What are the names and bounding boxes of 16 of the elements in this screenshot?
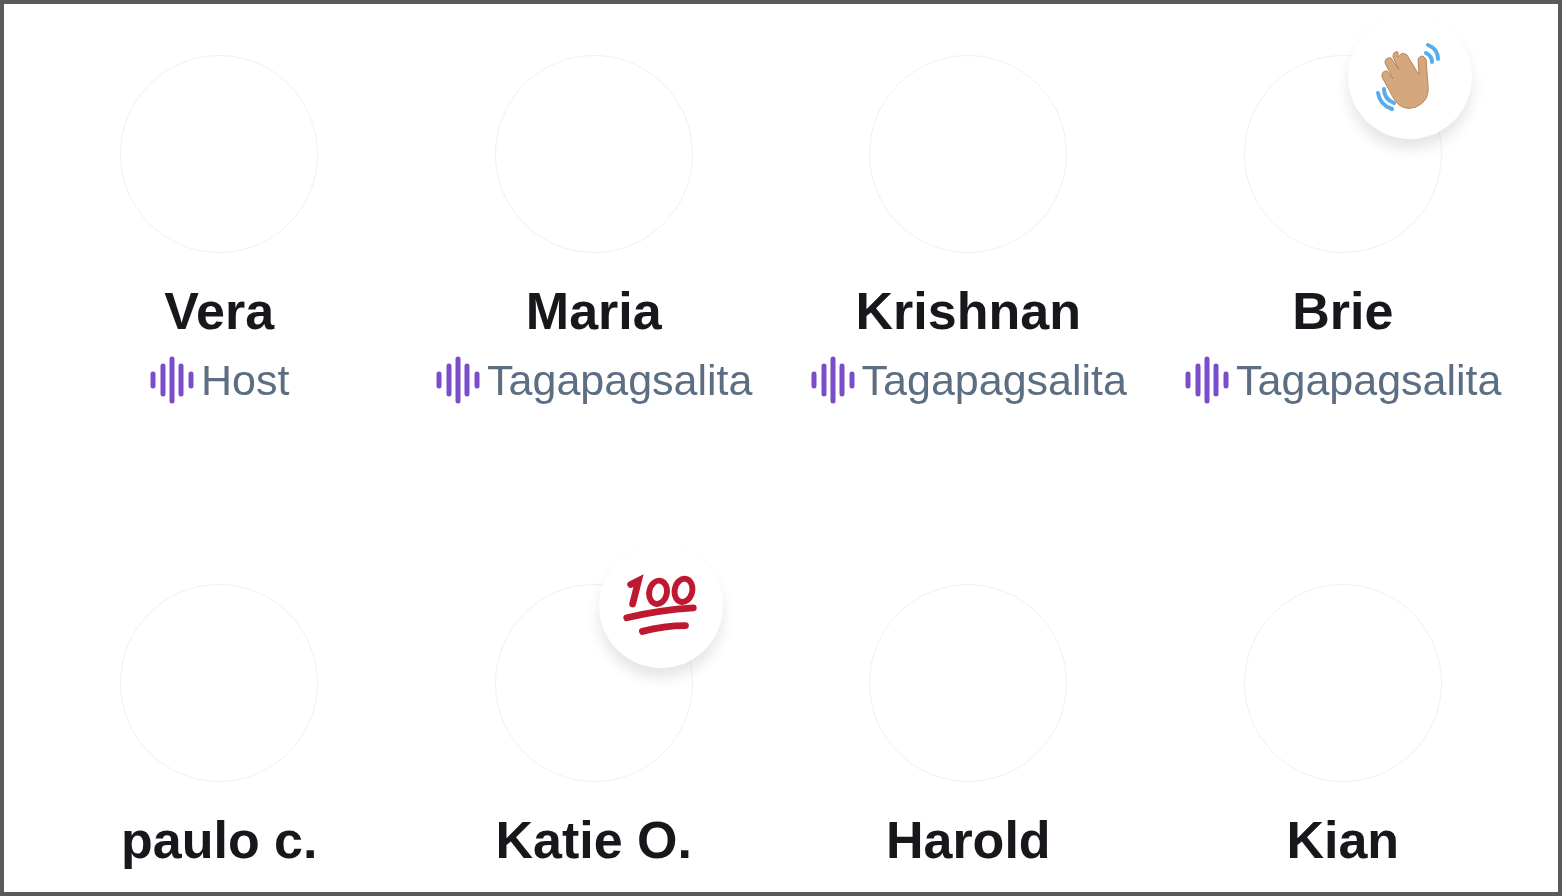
participant-role: Tagapagsalita [487,355,753,405]
participant-name: Brie [1292,281,1394,341]
participant-name: Harold [885,810,1051,870]
participant-name: paulo c. [121,810,318,870]
audio-wave-icon [149,356,196,404]
audio-wave-icon [1184,356,1231,404]
participant-role: Tagapagsalita [861,355,1127,405]
participant-role: Host [201,355,290,405]
participant-name: Katie O. [495,810,692,870]
participant-name: Kian [1286,810,1400,870]
participant-name: Vera [164,281,275,341]
audio-wave-icon [435,356,482,404]
audio-wave-icon [809,356,856,404]
participant-role: Tagapagsalita [1236,355,1502,405]
participant-name: Maria [525,281,662,341]
participant-name: Krishnan [855,281,1081,341]
